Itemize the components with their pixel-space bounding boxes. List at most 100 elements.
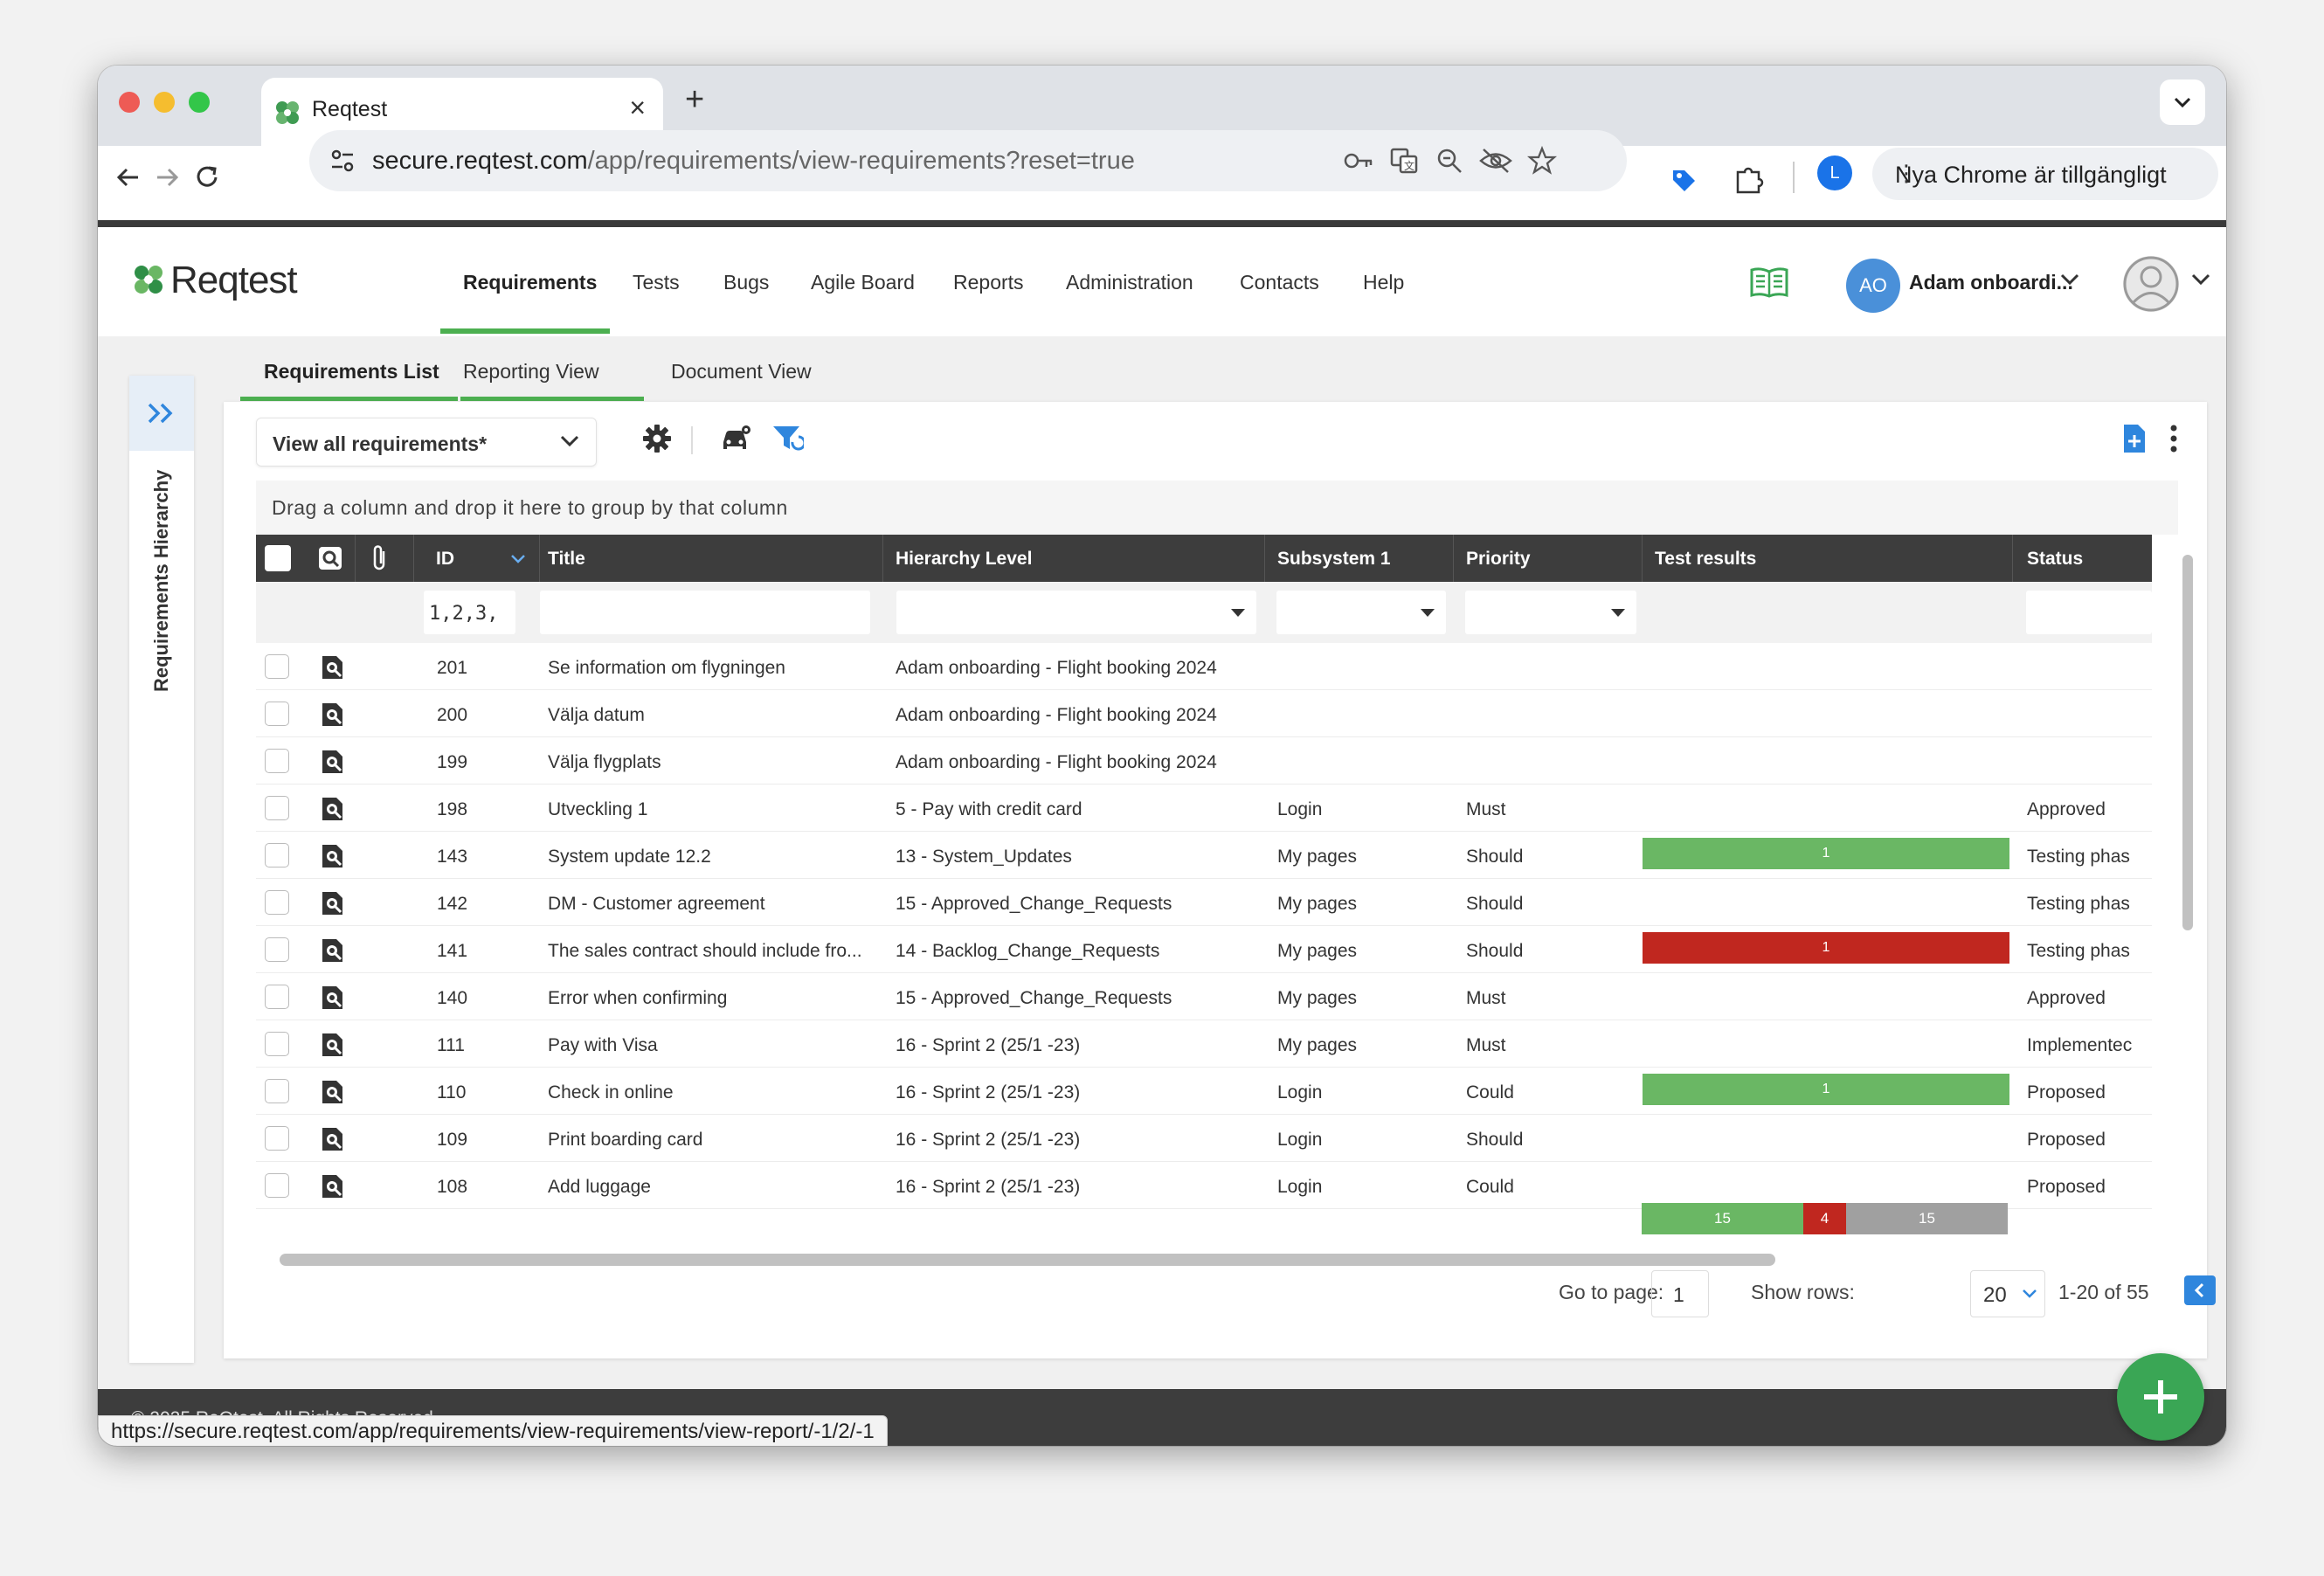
requirement-title[interactable]: Error when confirming	[548, 988, 871, 1009]
preview-icon[interactable]	[319, 1173, 345, 1199]
test-result-bar[interactable]: 1	[1643, 1074, 2009, 1105]
zoom-window-button[interactable]	[189, 92, 210, 113]
hierarchy-label[interactable]: Requirements Hierarchy	[150, 467, 173, 695]
column-header-hierarchy-level[interactable]: Hierarchy Level	[896, 549, 1032, 570]
preview-icon[interactable]	[319, 1079, 345, 1105]
table-row[interactable]: 111 Pay with Visa 16 - Sprint 2 (25/1 -23)…	[256, 1020, 2152, 1068]
profile-picture[interactable]	[2123, 256, 2179, 312]
column-header-status[interactable]: Status	[2027, 549, 2083, 570]
requirement-title[interactable]: Välja datum	[548, 705, 871, 726]
title-filter-input[interactable]	[540, 591, 870, 634]
row-checkbox[interactable]	[265, 985, 289, 1009]
nav-bugs[interactable]: Bugs	[723, 271, 769, 294]
profile-menu-chevron-icon[interactable]	[2190, 273, 2211, 287]
row-checkbox[interactable]	[265, 1032, 289, 1056]
gear-icon[interactable]	[641, 423, 673, 454]
table-row[interactable]: 109 Print boarding card 16 - Sprint 2 (25/…	[256, 1115, 2152, 1162]
preview-icon[interactable]	[319, 843, 345, 869]
id-filter-input[interactable]: 1,2,3,	[424, 591, 515, 634]
row-checkbox[interactable]	[265, 796, 289, 820]
view-select[interactable]: View all requirements*	[256, 418, 597, 467]
preview-icon[interactable]	[319, 1032, 345, 1058]
nav-contacts[interactable]: Contacts	[1240, 271, 1319, 294]
column-header-test-results[interactable]: Test results	[1655, 549, 1756, 570]
key-icon[interactable]	[1342, 146, 1375, 176]
tab-search-button[interactable]	[2160, 79, 2205, 125]
previous-page-button[interactable]	[2184, 1275, 2216, 1305]
eye-hidden-icon[interactable]	[1478, 146, 1513, 176]
car-config-icon[interactable]	[718, 423, 753, 454]
translate-icon[interactable]: 文	[1389, 146, 1419, 176]
back-icon[interactable]	[114, 162, 143, 192]
table-row[interactable]: 142 DM - Customer agreement 15 - Approved_…	[256, 879, 2152, 926]
manual-book-icon[interactable]	[1749, 266, 1789, 299]
row-checkbox[interactable]	[265, 843, 289, 867]
nav-help[interactable]: Help	[1363, 271, 1404, 294]
requirement-title[interactable]: Utveckling 1	[548, 799, 871, 820]
row-checkbox[interactable]	[265, 654, 289, 679]
user-menu-chevron-icon[interactable]	[2059, 273, 2080, 287]
preview-icon[interactable]	[319, 890, 345, 916]
new-tab-icon[interactable]: +	[685, 81, 704, 119]
table-row[interactable]: 201 Se information om flygningen Adam onbo…	[256, 643, 2152, 690]
preview-icon[interactable]	[319, 702, 345, 728]
rows-per-page-select[interactable]: 20	[1970, 1270, 2045, 1317]
hierarchy-filter-select[interactable]	[896, 591, 1256, 634]
user-avatar[interactable]: AO	[1846, 259, 1900, 313]
table-row[interactable]: 108 Add luggage 16 - Sprint 2 (25/1 -23) Lo…	[256, 1162, 2152, 1209]
horizontal-scrollbar[interactable]	[280, 1254, 1775, 1266]
filter-reset-icon[interactable]	[771, 423, 804, 454]
preview-icon[interactable]	[319, 654, 345, 681]
page-number-input[interactable]: 1	[1651, 1270, 1709, 1317]
column-header-priority[interactable]: Priority	[1466, 549, 1531, 570]
subsystem-filter-select[interactable]	[1276, 591, 1446, 634]
chrome-update-button[interactable]: Nya Chrome är tillgängligt ⋮	[1872, 148, 2218, 200]
forward-icon[interactable]	[152, 162, 182, 192]
select-all-checkbox[interactable]	[265, 545, 291, 571]
test-result-bar[interactable]: 1	[1643, 838, 2009, 869]
column-header-title[interactable]: Title	[548, 549, 585, 570]
requirement-title[interactable]: Se information om flygningen	[548, 658, 871, 679]
tab-reporting-view[interactable]: Reporting View	[463, 360, 599, 384]
row-checkbox[interactable]	[265, 1079, 289, 1103]
row-checkbox[interactable]	[265, 890, 289, 915]
requirement-title[interactable]: Välja flygplats	[548, 752, 871, 773]
preview-icon[interactable]	[319, 796, 345, 822]
requirement-title[interactable]: Check in online	[548, 1082, 871, 1103]
add-document-icon[interactable]	[2121, 423, 2148, 454]
expand-panel-button[interactable]	[129, 376, 194, 451]
preview-icon[interactable]	[319, 1126, 345, 1152]
tab-document-view[interactable]: Document View	[671, 360, 812, 384]
table-row[interactable]: 198 Utveckling 1 5 - Pay with credit card L…	[256, 785, 2152, 832]
nav-requirements[interactable]: Requirements	[463, 271, 597, 294]
column-header-id[interactable]: ID	[436, 549, 454, 570]
table-row[interactable]: 141 The sales contract should include fro…	[256, 926, 2152, 973]
priority-filter-select[interactable]	[1465, 591, 1636, 634]
minimize-window-button[interactable]	[154, 92, 175, 113]
bookmark-star-icon[interactable]	[1527, 146, 1557, 176]
chrome-menu-icon[interactable]: ⋮	[1895, 160, 2199, 187]
test-result-bar[interactable]: 1	[1643, 932, 2009, 964]
preview-icon[interactable]	[319, 985, 345, 1011]
site-settings-icon[interactable]	[325, 143, 360, 178]
table-row[interactable]: 143 System update 12.2 13 - System_Updates…	[256, 832, 2152, 879]
requirement-title[interactable]: Add luggage	[548, 1177, 871, 1198]
row-checkbox[interactable]	[265, 702, 289, 726]
close-window-button[interactable]	[119, 92, 140, 113]
more-options-icon[interactable]	[2168, 423, 2179, 454]
group-drop-area[interactable]: Drag a column and drop it here to group …	[256, 480, 2178, 535]
nav-tests[interactable]: Tests	[633, 271, 680, 294]
add-requirement-button[interactable]	[2117, 1353, 2204, 1441]
extensions-puzzle-icon[interactable]	[1732, 162, 1767, 197]
reqtest-logo-icon[interactable]	[131, 262, 166, 297]
row-checkbox[interactable]	[265, 1173, 289, 1198]
reload-icon[interactable]	[192, 162, 222, 192]
chrome-profile-avatar[interactable]: L	[1817, 156, 1852, 190]
user-name[interactable]: Adam onboardi...	[1909, 271, 2073, 294]
table-row[interactable]: 199 Välja flygplats Adam onboarding - Flig…	[256, 737, 2152, 785]
nav-agile-board[interactable]: Agile Board	[811, 271, 915, 294]
requirement-title[interactable]: Print boarding card	[548, 1130, 871, 1151]
preview-icon[interactable]	[319, 937, 345, 964]
requirement-title[interactable]: The sales contract should include fro...	[548, 941, 871, 962]
requirement-title[interactable]: Pay with Visa	[548, 1035, 871, 1056]
